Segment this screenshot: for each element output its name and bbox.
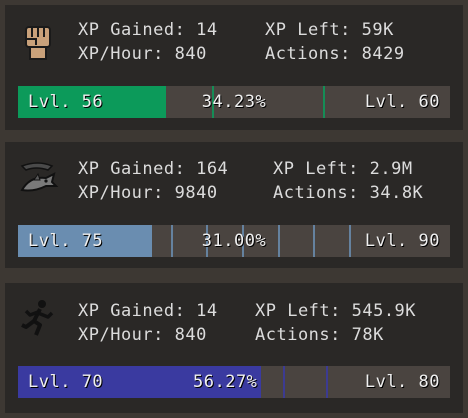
xp-gained: XP Gained: 14 (78, 301, 218, 321)
progress-percent: 56.27% (193, 372, 258, 392)
skill-panel[interactable]: XP Gained: 164 XP/Hour: 9840 XP Left: 2.… (5, 142, 463, 268)
target-level: Lvl. 90 (364, 231, 440, 251)
target-level: Lvl. 80 (364, 372, 440, 392)
xp-per-hour: XP/Hour: 9840 (78, 183, 218, 203)
actions-left: Actions: 8429 (265, 44, 405, 64)
progress-bar[interactable]: Lvl. 70 56.27% Lvl. 80 (18, 366, 450, 398)
xp-tracker: XP Gained: 14 XP/Hour: 840 XP Left: 59K … (0, 0, 468, 418)
xp-left: XP Left: 59K (265, 20, 394, 40)
progress-bar[interactable]: Lvl. 56 34.23% Lvl. 60 (18, 86, 450, 118)
xp-left: XP Left: 545.9K (255, 301, 417, 321)
progress-bar[interactable]: Lvl. 75 31.00% Lvl. 90 (18, 225, 450, 257)
xp-left: XP Left: 2.9M (273, 159, 413, 179)
xp-gained: XP Gained: 14 (78, 20, 218, 40)
running-figure-icon (16, 297, 60, 341)
shark-icon (16, 156, 60, 200)
xp-gained: XP Gained: 164 (78, 159, 229, 179)
fist-icon (16, 19, 60, 63)
progress-tick (326, 366, 328, 398)
skill-panel[interactable]: XP Gained: 14 XP/Hour: 840 XP Left: 59K … (5, 5, 463, 130)
actions-left: Actions: 34.8K (273, 183, 424, 203)
actions-left: Actions: 78K (255, 325, 384, 345)
xp-per-hour: XP/Hour: 840 (78, 44, 207, 64)
target-level: Lvl. 60 (364, 92, 440, 112)
current-level: Lvl. 70 (28, 372, 104, 392)
skill-panel[interactable]: XP Gained: 14 XP/Hour: 840 XP Left: 545.… (5, 283, 463, 413)
progress-tick (283, 366, 285, 398)
xp-per-hour: XP/Hour: 840 (78, 325, 207, 345)
